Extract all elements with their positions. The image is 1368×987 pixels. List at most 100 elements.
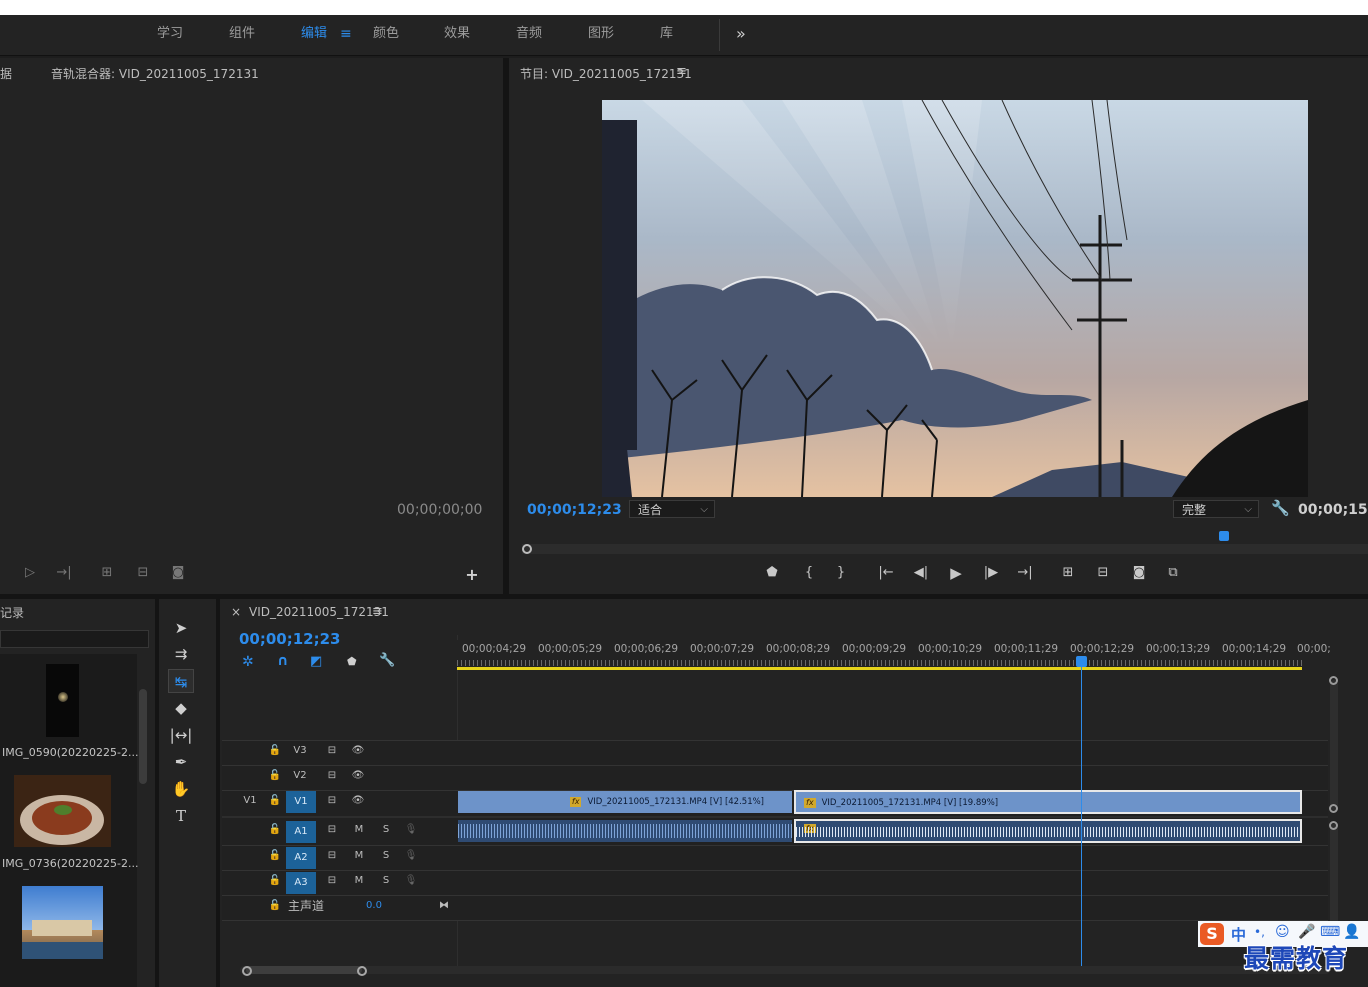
add-marker-icon[interactable]: ⬟ — [347, 655, 357, 668]
lift-icon[interactable]: ⊞ — [1058, 564, 1078, 582]
microphone-icon[interactable]: 🎙 — [404, 846, 418, 866]
track-label-v2[interactable]: V2 — [288, 766, 312, 786]
mute-button[interactable]: M — [352, 820, 366, 840]
tab-learn[interactable]: 学习 — [157, 15, 183, 55]
eye-icon[interactable]: 👁 — [350, 766, 366, 786]
tab-graphics[interactable]: 图形 — [588, 15, 614, 55]
scroll-handle[interactable] — [1329, 821, 1338, 830]
sync-lock-icon[interactable]: ⊟ — [324, 741, 340, 761]
overwrite-icon[interactable]: ⊟ — [133, 564, 153, 582]
track-target-a2[interactable]: A2 — [286, 847, 316, 869]
add-marker-icon[interactable]: ⬟ — [762, 564, 782, 582]
solo-button[interactable]: S — [379, 871, 393, 891]
lock-icon[interactable]: 🔓 — [268, 766, 282, 786]
panel-menu-icon[interactable]: ≡ — [676, 64, 687, 79]
solo-button[interactable]: S — [379, 846, 393, 866]
extract-icon[interactable]: ⊟ — [1093, 564, 1113, 582]
timeline-timecode[interactable]: 00;00;12;23 — [239, 630, 341, 648]
thumbnail-food[interactable] — [14, 775, 111, 847]
microphone-icon[interactable]: 🎙 — [404, 820, 418, 840]
selection-tool-icon[interactable]: ➤ — [168, 616, 194, 640]
mark-out-icon[interactable]: } — [831, 564, 851, 582]
sync-lock-icon[interactable]: ⊟ — [324, 846, 340, 866]
scroll-handle[interactable] — [357, 966, 367, 976]
wrench-icon[interactable]: 🔧 — [1271, 499, 1290, 517]
zoom-handle[interactable] — [522, 544, 532, 554]
tab-color[interactable]: 颜色 — [373, 15, 399, 55]
go-to-end-icon[interactable]: ⧓ — [436, 896, 452, 916]
audio-clip[interactable] — [458, 820, 792, 842]
go-to-in-icon[interactable]: |← — [876, 564, 896, 582]
more-workspaces-icon[interactable]: » — [736, 15, 746, 55]
type-tool-icon[interactable]: T — [168, 804, 194, 828]
lock-icon[interactable]: 🔓 — [268, 741, 282, 761]
sync-lock-icon[interactable]: ⊟ — [324, 766, 340, 786]
sogou-logo-icon[interactable]: S — [1200, 923, 1224, 945]
audio-clip-selected[interactable]: fx — [794, 819, 1302, 843]
scroll-handle[interactable] — [1329, 804, 1338, 813]
scroll-handle[interactable] — [242, 966, 252, 976]
panel-menu-icon[interactable]: ≡ — [372, 604, 383, 619]
eye-icon[interactable]: 👁 — [350, 791, 366, 811]
sequence-tab-title[interactable]: VID_20211005_172131 — [249, 605, 389, 619]
pen-tool-icon[interactable]: ✒ — [168, 750, 194, 774]
go-to-out-icon[interactable]: →| — [54, 564, 74, 582]
punctuation-icon[interactable]: •, — [1254, 925, 1265, 939]
program-playhead[interactable] — [1219, 531, 1229, 541]
lock-icon[interactable]: 🔓 — [268, 791, 282, 811]
user-icon[interactable]: 👤 — [1343, 924, 1360, 940]
keyboard-icon[interactable]: ⌨ — [1320, 924, 1340, 940]
timeline-settings-wrench-icon[interactable]: 🔧 — [379, 653, 395, 668]
track-select-tool-icon[interactable]: ⇉ — [168, 642, 194, 666]
step-forward-icon[interactable]: |▶ — [981, 564, 1001, 582]
master-volume-value[interactable]: 0.0 — [362, 896, 386, 916]
video-clip-selected[interactable]: fx VID_20211005_172131.MP4 [V] [19.89%] — [794, 790, 1302, 814]
work-area-bar[interactable] — [457, 667, 1302, 670]
thumbnail-fireworks[interactable] — [46, 664, 79, 737]
track-target-a1[interactable]: A1 — [286, 821, 316, 843]
program-monitor-title[interactable]: 节目: VID_20211005_172131 — [520, 65, 692, 82]
tab-audio[interactable]: 音频 — [516, 15, 542, 55]
play-icon[interactable]: ▶ — [946, 564, 966, 582]
sync-lock-icon[interactable]: ⊟ — [324, 820, 340, 840]
solo-button[interactable]: S — [379, 820, 393, 840]
program-video-frame[interactable] — [602, 100, 1308, 497]
thumbnail-landscape[interactable] — [22, 886, 103, 959]
ripple-edit-tool-icon[interactable]: ↹ — [168, 669, 194, 693]
hand-tool-icon[interactable]: ✋ — [168, 777, 194, 801]
lock-icon[interactable]: 🔓 — [268, 871, 282, 891]
audio-mixer-title[interactable]: 音轨混合器: VID_20211005_172131 — [51, 65, 259, 82]
tab-libraries[interactable]: 库 — [660, 15, 673, 55]
snap-magnet-icon[interactable]: ∩ — [277, 653, 288, 669]
source-tab-partial[interactable]: 据 — [0, 65, 12, 82]
mute-button[interactable]: M — [352, 871, 366, 891]
project-panel-title[interactable]: 记录 — [0, 604, 24, 621]
lock-icon[interactable]: 🔓 — [268, 820, 282, 840]
sync-lock-icon[interactable]: ⊟ — [324, 871, 340, 891]
add-button-icon[interactable]: + — [462, 566, 482, 584]
video-vertical-scrollbar[interactable] — [1330, 680, 1338, 810]
tab-assembly[interactable]: 组件 — [229, 15, 255, 55]
sync-lock-icon[interactable]: ⊟ — [324, 791, 340, 811]
video-clip[interactable]: fx VID_20211005_172131.MP4 [V] [42.51%] — [458, 791, 792, 813]
go-to-out-icon[interactable]: →| — [1015, 564, 1035, 582]
fit-dropdown[interactable]: 适合 ⌵ — [629, 500, 715, 518]
slip-tool-icon[interactable]: |↔| — [168, 723, 194, 747]
tab-effects[interactable]: 效果 — [444, 15, 470, 55]
track-label-v3[interactable]: V3 — [288, 741, 312, 761]
playback-resolution-dropdown[interactable]: 完整 ⌵ — [1173, 500, 1259, 518]
razor-tool-icon[interactable]: ◆ — [168, 696, 194, 720]
emoji-icon[interactable]: ☺ — [1275, 924, 1290, 940]
microphone-icon[interactable]: 🎙 — [404, 871, 418, 891]
linked-selection-icon[interactable]: ◩ — [310, 654, 322, 669]
horizontal-scroll-thumb[interactable] — [246, 966, 362, 974]
program-mini-timeline[interactable] — [522, 544, 1368, 554]
workspace-menu-icon[interactable]: ≡ — [340, 15, 352, 55]
eye-icon[interactable]: 👁 — [350, 741, 366, 761]
export-frame-icon[interactable]: ◙ — [168, 564, 188, 582]
voice-icon[interactable]: 🎤 — [1298, 924, 1315, 940]
step-back-icon[interactable]: ◀| — [911, 564, 931, 582]
close-tab-icon[interactable]: × — [231, 605, 241, 619]
lock-icon[interactable]: 🔓 — [268, 896, 282, 916]
lock-icon[interactable]: 🔓 — [268, 846, 282, 866]
